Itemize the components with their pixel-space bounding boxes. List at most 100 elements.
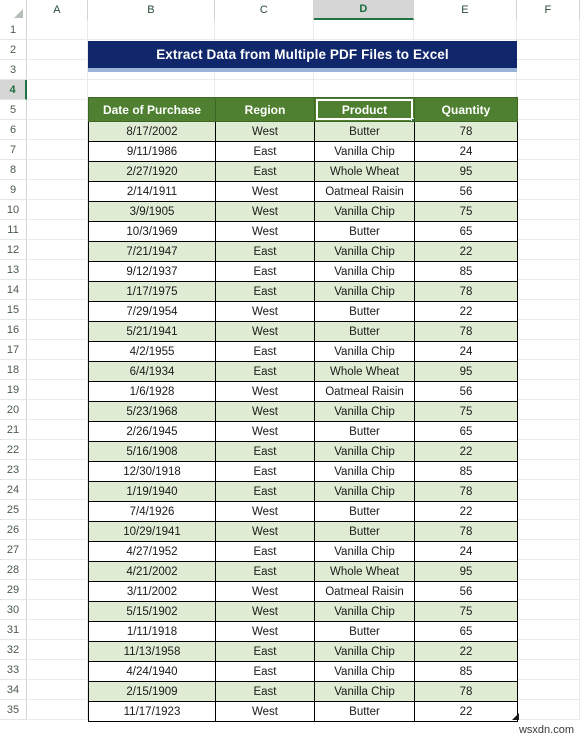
grid-cell[interactable] (517, 100, 580, 120)
cell-region[interactable]: West (215, 301, 315, 322)
grid-cell[interactable] (28, 200, 88, 220)
cell-quantity[interactable]: 95 (414, 561, 518, 582)
column-header-e[interactable]: E (414, 0, 517, 20)
cell-quantity[interactable]: 85 (414, 661, 518, 682)
cell-product[interactable]: Oatmeal Raisin (314, 181, 415, 202)
cell-product[interactable]: Butter (314, 421, 415, 442)
cell-region[interactable]: West (215, 321, 315, 342)
cell-date[interactable]: 1/6/1928 (88, 381, 216, 402)
grid-cell[interactable] (517, 480, 580, 500)
grid-cell[interactable] (517, 260, 580, 280)
grid-cell[interactable] (517, 620, 580, 640)
grid-cell[interactable] (28, 360, 88, 380)
grid-cell[interactable] (517, 220, 580, 240)
cell-date[interactable]: 8/17/2002 (88, 121, 216, 142)
row-header-35[interactable]: 35 (0, 700, 26, 720)
grid-cell[interactable] (28, 240, 88, 260)
cell-region[interactable]: East (215, 481, 315, 502)
grid-cell[interactable] (517, 320, 580, 340)
grid-cell[interactable] (28, 580, 88, 600)
cell-quantity[interactable]: 85 (414, 461, 518, 482)
cell-quantity[interactable]: 78 (414, 681, 518, 702)
grid-cell[interactable] (28, 100, 88, 120)
grid-cell[interactable] (517, 680, 580, 700)
cell-date[interactable]: 2/15/1909 (88, 681, 216, 702)
cell-quantity[interactable]: 75 (414, 401, 518, 422)
cell-quantity[interactable]: 65 (414, 221, 518, 242)
cell-product[interactable]: Vanilla Chip (314, 281, 415, 302)
grid-cell[interactable] (28, 520, 88, 540)
grid-cell[interactable] (517, 360, 580, 380)
row-header-31[interactable]: 31 (0, 620, 26, 640)
cell-region[interactable]: East (215, 241, 315, 262)
grid-cell[interactable] (517, 280, 580, 300)
cell-region[interactable]: West (215, 601, 315, 622)
cell-quantity[interactable]: 78 (414, 321, 518, 342)
grid-cell[interactable] (28, 220, 88, 240)
cell-quantity[interactable]: 78 (414, 521, 518, 542)
grid-cell[interactable] (28, 280, 88, 300)
grid-cell[interactable] (28, 480, 88, 500)
grid-cell[interactable] (28, 500, 88, 520)
grid-cell[interactable] (517, 580, 580, 600)
grid-cell[interactable] (517, 520, 580, 540)
grid-cell[interactable] (517, 400, 580, 420)
grid-cell[interactable] (28, 660, 88, 680)
cell-date[interactable]: 5/15/1902 (88, 601, 216, 622)
row-header-15[interactable]: 15 (0, 300, 26, 320)
cell-quantity[interactable]: 78 (414, 281, 518, 302)
cell-region[interactable]: East (215, 281, 315, 302)
cell-region[interactable]: East (215, 261, 315, 282)
grid-cell[interactable] (517, 180, 580, 200)
row-header-34[interactable]: 34 (0, 680, 26, 700)
cell-region[interactable]: West (215, 401, 315, 422)
cell-product[interactable]: Vanilla Chip (314, 201, 415, 222)
cell-product[interactable]: Butter (314, 621, 415, 642)
column-header-product[interactable]: Product (314, 97, 415, 122)
cell-quantity[interactable]: 22 (414, 441, 518, 462)
grid-cell[interactable] (28, 340, 88, 360)
cell-product[interactable]: Butter (314, 701, 415, 722)
cell-region[interactable]: East (215, 661, 315, 682)
cell-region[interactable]: East (215, 561, 315, 582)
cell-date[interactable]: 3/11/2002 (88, 581, 216, 602)
cell-quantity[interactable]: 56 (414, 181, 518, 202)
column-header-f[interactable]: F (517, 0, 580, 20)
grid-cell[interactable] (28, 640, 88, 660)
grid-cell[interactable] (28, 680, 88, 700)
cell-region[interactable]: West (215, 521, 315, 542)
cell-date[interactable]: 10/29/1941 (88, 521, 216, 542)
cell-quantity[interactable]: 22 (414, 301, 518, 322)
row-header-18[interactable]: 18 (0, 360, 26, 380)
grid-cell[interactable] (28, 540, 88, 560)
grid-cell[interactable] (28, 260, 88, 280)
row-header-17[interactable]: 17 (0, 340, 26, 360)
cell-quantity[interactable]: 24 (414, 541, 518, 562)
cell-date[interactable]: 11/13/1958 (88, 641, 216, 662)
grid-cell[interactable] (414, 20, 517, 40)
cell-product[interactable]: Butter (314, 521, 415, 542)
grid-cell[interactable] (517, 140, 580, 160)
row-header-25[interactable]: 25 (0, 500, 26, 520)
cell-region[interactable]: East (215, 461, 315, 482)
row-header-33[interactable]: 33 (0, 660, 26, 680)
cell-region[interactable]: West (215, 121, 315, 142)
cell-product[interactable]: Whole Wheat (314, 561, 415, 582)
column-header-date-of-purchase[interactable]: Date of Purchase (88, 97, 216, 122)
column-header-b[interactable]: B (88, 0, 215, 20)
cell-date[interactable]: 2/26/1945 (88, 421, 216, 442)
row-header-22[interactable]: 22 (0, 440, 26, 460)
cell-quantity[interactable]: 22 (414, 641, 518, 662)
row-header-24[interactable]: 24 (0, 480, 26, 500)
cell-quantity[interactable]: 24 (414, 141, 518, 162)
row-header-2[interactable]: 2 (0, 40, 26, 60)
grid-cell[interactable] (28, 560, 88, 580)
cell-product[interactable]: Whole Wheat (314, 161, 415, 182)
cell-quantity[interactable]: 65 (414, 421, 518, 442)
cell-region[interactable]: East (215, 141, 315, 162)
row-header-10[interactable]: 10 (0, 200, 26, 220)
cell-product[interactable]: Vanilla Chip (314, 241, 415, 262)
grid-cell[interactable] (517, 160, 580, 180)
cell-region[interactable]: West (215, 181, 315, 202)
grid-cell[interactable] (28, 400, 88, 420)
